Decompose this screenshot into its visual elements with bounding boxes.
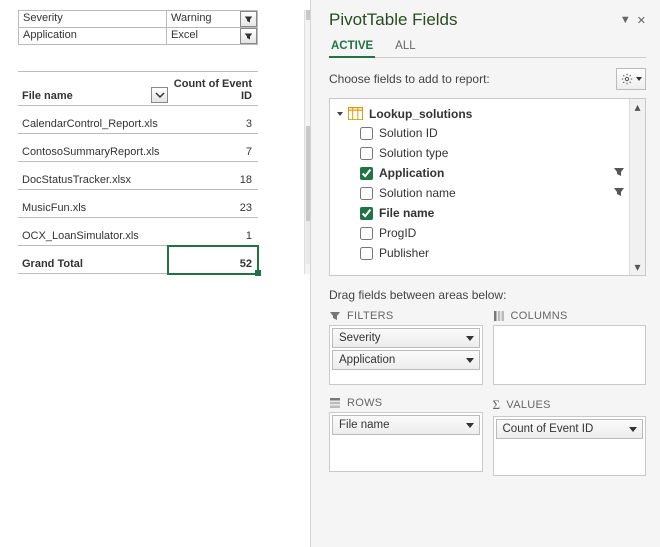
- tab-active[interactable]: ACTIVE: [329, 36, 375, 58]
- scroll-down-icon[interactable]: ▾: [630, 259, 645, 275]
- pane-title: PivotTable Fields: [329, 10, 458, 30]
- pivot-row-header: File name: [18, 72, 168, 106]
- filter-dropdown-button[interactable]: [240, 11, 257, 27]
- field-checkbox[interactable]: [360, 227, 373, 240]
- chip-label: Severity: [339, 332, 381, 344]
- pivot-row-dropdown[interactable]: [151, 87, 168, 103]
- filter-icon: [613, 186, 625, 201]
- table-row: DocStatusTracker.xlsx18: [18, 162, 258, 190]
- filter-label: Severity: [19, 11, 167, 28]
- pivottable-fields-pane: PivotTable Fields ▼ ✕ ACTIVE ALL Choose …: [310, 0, 660, 547]
- columns-icon: [493, 310, 505, 322]
- filter-value: Warning: [167, 11, 258, 28]
- pivot-table: File name Count of Event ID CalendarCont…: [18, 71, 258, 274]
- pivot-val-header: Count of Event ID: [168, 72, 258, 106]
- field-row[interactable]: File name: [330, 203, 645, 223]
- selected-cell[interactable]: 52: [168, 246, 258, 274]
- field-label: Solution name: [379, 186, 456, 200]
- field-label: Solution ID: [379, 126, 438, 140]
- field-checkbox[interactable]: [360, 247, 373, 260]
- filter-icon: [613, 166, 625, 181]
- area-values: Σ VALUES Count of Event ID: [493, 397, 647, 476]
- field-checkbox[interactable]: [360, 207, 373, 220]
- pane-dropdown-icon[interactable]: ▼: [620, 14, 631, 27]
- filter-label: Application: [19, 28, 167, 45]
- field-row[interactable]: Solution name: [330, 183, 645, 203]
- drag-instruction: Drag fields between areas below:: [311, 276, 660, 310]
- table-row: ContosoSummaryReport.xls7: [18, 134, 258, 162]
- field-row[interactable]: Application: [330, 163, 645, 183]
- field-checkbox[interactable]: [360, 127, 373, 140]
- field-label: ProgID: [379, 226, 416, 240]
- table-node[interactable]: Lookup_solutions: [330, 105, 645, 123]
- grand-total-row: Grand Total 52: [18, 246, 258, 274]
- field-checkbox[interactable]: [360, 147, 373, 160]
- tab-all[interactable]: ALL: [393, 36, 417, 57]
- chip-label: File name: [339, 419, 390, 431]
- table-row: CalendarControl_Report.xls3: [18, 106, 258, 134]
- table-row: OCX_LoanSimulator.xls1: [18, 218, 258, 246]
- chip-label: Application: [339, 354, 395, 366]
- area-columns: COLUMNS: [493, 310, 647, 385]
- expand-icon[interactable]: [337, 112, 343, 116]
- area-rows: ROWS File name: [329, 397, 483, 476]
- field-label: File name: [379, 206, 434, 220]
- table-icon: [348, 107, 363, 121]
- chevron-down-icon[interactable]: [466, 336, 474, 341]
- area-chip[interactable]: Severity: [332, 328, 480, 348]
- instruction-text: Choose fields to add to report:: [329, 72, 490, 86]
- sigma-icon: Σ: [493, 397, 501, 413]
- area-chip[interactable]: Count of Event ID: [496, 419, 644, 439]
- tools-dropdown[interactable]: [616, 68, 646, 90]
- field-list: Lookup_solutions Solution ID Solution ty…: [329, 98, 646, 276]
- fieldlist-scrollbar[interactable]: ▴ ▾: [629, 99, 645, 275]
- field-row[interactable]: Publisher: [330, 243, 645, 263]
- chevron-down-icon[interactable]: [466, 358, 474, 363]
- chevron-down-icon[interactable]: [466, 423, 474, 428]
- rows-icon: [329, 397, 341, 409]
- field-label: Application: [379, 166, 444, 180]
- field-row[interactable]: Solution ID: [330, 123, 645, 143]
- area-filters: FILTERS SeverityApplication: [329, 310, 483, 385]
- scroll-up-icon[interactable]: ▴: [630, 99, 645, 115]
- field-row[interactable]: Solution type: [330, 143, 645, 163]
- filter-icon: [329, 310, 341, 322]
- field-checkbox[interactable]: [360, 187, 373, 200]
- area-chip[interactable]: File name: [332, 415, 480, 435]
- filter-dropdown-button[interactable]: [240, 28, 257, 44]
- area-chip[interactable]: Application: [332, 350, 480, 370]
- field-label: Publisher: [379, 246, 429, 260]
- table-row: MusicFun.xls23: [18, 190, 258, 218]
- field-label: Solution type: [379, 146, 448, 160]
- pane-close-icon[interactable]: ✕: [637, 14, 646, 27]
- chevron-down-icon[interactable]: [629, 427, 637, 432]
- field-checkbox[interactable]: [360, 167, 373, 180]
- field-row[interactable]: ProgID: [330, 223, 645, 243]
- filter-value: Excel: [167, 28, 258, 45]
- chip-label: Count of Event ID: [503, 423, 594, 435]
